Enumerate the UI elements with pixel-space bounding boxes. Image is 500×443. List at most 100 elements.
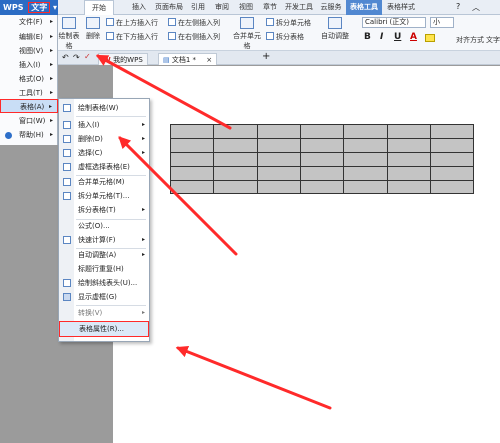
submenu-split-table[interactable]: 拆分表格(T) ▸ (59, 203, 149, 217)
font-name-select[interactable]: Calibri (正文) (362, 17, 426, 28)
tab-view[interactable]: 视图 (234, 0, 258, 15)
insert-col-right-icon (168, 32, 176, 40)
menu-item-window[interactable]: 窗口(W) ▸ (0, 114, 58, 128)
tab-review[interactable]: 审阅 (210, 0, 234, 15)
chevron-up-icon[interactable]: ︿ (472, 2, 480, 13)
chevron-right-icon: ▸ (141, 135, 145, 142)
submenu-merge-cells[interactable]: 合并单元格(M) (59, 175, 149, 189)
app-menu-button[interactable]: 文字 (28, 2, 51, 13)
submenu-delete[interactable]: 删除(D) ▸ (59, 132, 149, 146)
submenu-repeat-header[interactable]: 标题行重复(H) (59, 262, 149, 276)
submenu-formula[interactable]: 公式(O)... (59, 219, 149, 233)
italic-button[interactable]: I (380, 32, 383, 42)
submenu-split-cells[interactable]: 拆分单元格(T)... (59, 189, 149, 203)
chevron-right-icon: ▸ (49, 89, 53, 96)
highlight-icon[interactable] (425, 34, 435, 42)
show-gridlines-icon (63, 293, 71, 301)
insert-col-left-icon (168, 18, 176, 26)
doc-tab-document1[interactable]: ▤ 文档1 * × (158, 53, 218, 65)
document-icon: ▤ (163, 56, 172, 64)
submenu-draw-table[interactable]: 绘制表格(W) (59, 101, 149, 115)
chevron-right-icon: ▸ (49, 18, 53, 25)
menu-separator (76, 116, 146, 117)
menu-item-help[interactable]: 帮助(H) ▸ (0, 128, 58, 142)
submenu-show-gridlines[interactable]: 显示虚框(G) (59, 290, 149, 304)
new-tab-icon[interactable]: + (262, 51, 270, 62)
submenu-auto-fit[interactable]: 自动调整(A) ▸ (59, 248, 149, 262)
undo-icon[interactable]: ↶ (62, 53, 69, 62)
close-icon[interactable]: × (206, 56, 212, 64)
menu-item-file[interactable]: 文件(F) ▸ (0, 15, 58, 29)
bold-button[interactable]: B (364, 32, 371, 42)
submenu-table-properties[interactable]: 表格属性(R)... (59, 321, 149, 337)
delete-icon (63, 135, 71, 143)
merge-cells-button[interactable]: 合并单元格 (230, 17, 264, 51)
document-page[interactable] (113, 66, 500, 443)
menu-item-tools[interactable]: 工具(T) ▸ (0, 86, 58, 100)
tab-page-layout[interactable]: 页面布局 (152, 0, 186, 15)
chevron-right-icon: ▸ (49, 47, 53, 54)
wps-logo: WPS (3, 3, 24, 12)
help-icon[interactable]: ? (456, 2, 460, 11)
merge-cells-icon (240, 17, 254, 29)
chevron-right-icon: ▸ (49, 61, 53, 68)
draw-table-button[interactable]: 绘制表格 (58, 17, 80, 51)
menu-item-table[interactable]: 表格(A) ▸ (0, 99, 58, 113)
table-row-divider (171, 180, 473, 181)
tab-insert[interactable]: 插入 (126, 0, 152, 15)
submenu-quick-calc[interactable]: 快速计算(F) ▸ (59, 233, 149, 247)
split-cells-icon (63, 192, 71, 200)
tab-developer[interactable]: 开发工具 (282, 0, 316, 15)
underline-button[interactable]: U (394, 32, 401, 42)
insert-row-above-button[interactable]: 在上方插入行 (106, 18, 158, 28)
app-main-menu: 文件(F) ▸ 编辑(E) ▸ 视图(V) ▸ 插入(I) ▸ 格式(O) ▸ 工具(T)… (0, 15, 58, 145)
align-button[interactable]: 对齐方式 (455, 35, 485, 45)
tab-start[interactable]: 开始 (84, 0, 114, 15)
delete-button[interactable]: 删除 (82, 17, 104, 41)
quick-calc-icon (63, 236, 71, 244)
tab-cloud[interactable]: 云服务 (316, 0, 346, 15)
menu-item-insert[interactable]: 插入(I) ▸ (0, 58, 58, 72)
font-size-select[interactable]: 小 (430, 17, 454, 28)
diagonal-header-icon (63, 279, 71, 287)
insert-row-below-icon (106, 32, 114, 40)
auto-fit-button[interactable]: 自动调整 (318, 17, 352, 41)
chevron-right-icon: ▸ (141, 149, 145, 156)
format-brush-icon[interactable]: ✓ (84, 52, 91, 61)
submenu-diagonal-header[interactable]: 绘制斜线表头(U)... (59, 276, 149, 290)
redo-icon[interactable]: ↷ (73, 53, 80, 62)
submenu-dashed-select[interactable]: 虚框选择表格(E) (59, 160, 149, 174)
split-cells-button[interactable]: 拆分单元格 (266, 18, 311, 28)
tab-table-tools[interactable]: 表格工具 (346, 0, 382, 15)
table-row-divider (171, 166, 473, 167)
menu-item-edit[interactable]: 编辑(E) ▸ (0, 30, 58, 44)
menu-item-view[interactable]: 视图(V) ▸ (0, 44, 58, 58)
chevron-right-icon: ▸ (49, 33, 53, 40)
chevron-right-icon: ▸ (141, 309, 145, 316)
wps-app-button[interactable]: WPS 文字 ▾ (0, 0, 58, 15)
submenu-select[interactable]: 选择(C) ▸ (59, 146, 149, 160)
chevron-down-icon: ▾ (53, 3, 58, 12)
font-color-button[interactable]: A (410, 32, 417, 42)
tab-table-style[interactable]: 表格样式 (382, 0, 420, 15)
table-col-divider (387, 125, 388, 193)
menu-item-format[interactable]: 格式(O) ▸ (0, 72, 58, 86)
chevron-right-icon: ▸ (141, 121, 145, 128)
submenu-insert[interactable]: 插入(I) ▸ (59, 118, 149, 132)
chevron-right-icon: ▸ (49, 75, 53, 82)
split-table-button[interactable]: 拆分表格 (266, 32, 304, 42)
chevron-right-icon: ▸ (49, 117, 53, 124)
doc-tab-my-wps[interactable]: W 我的WPS (98, 53, 148, 65)
document-table[interactable] (170, 124, 474, 194)
text-direction-button[interactable]: 文字 (486, 35, 500, 45)
insert-row-below-button[interactable]: 在下方插入行 (106, 32, 158, 42)
ribbon-toolbar: 绘制表格 删除 在上方插入行 在下方插入行 在左侧插入列 在右侧插入列 合并单元… (0, 15, 500, 51)
insert-col-right-button[interactable]: 在右侧插入列 (168, 32, 220, 42)
draw-table-icon (63, 104, 71, 112)
split-cells-icon (266, 18, 274, 26)
tab-section[interactable]: 章节 (258, 0, 282, 15)
submenu-convert[interactable]: 转换(V) ▸ (59, 306, 149, 320)
tab-references[interactable]: 引用 (186, 0, 210, 15)
table-submenu: 绘制表格(W) 插入(I) ▸ 删除(D) ▸ 选择(C) ▸ 虚框选择表格(E) 合… (58, 98, 150, 342)
insert-col-left-button[interactable]: 在左侧插入列 (168, 18, 220, 28)
